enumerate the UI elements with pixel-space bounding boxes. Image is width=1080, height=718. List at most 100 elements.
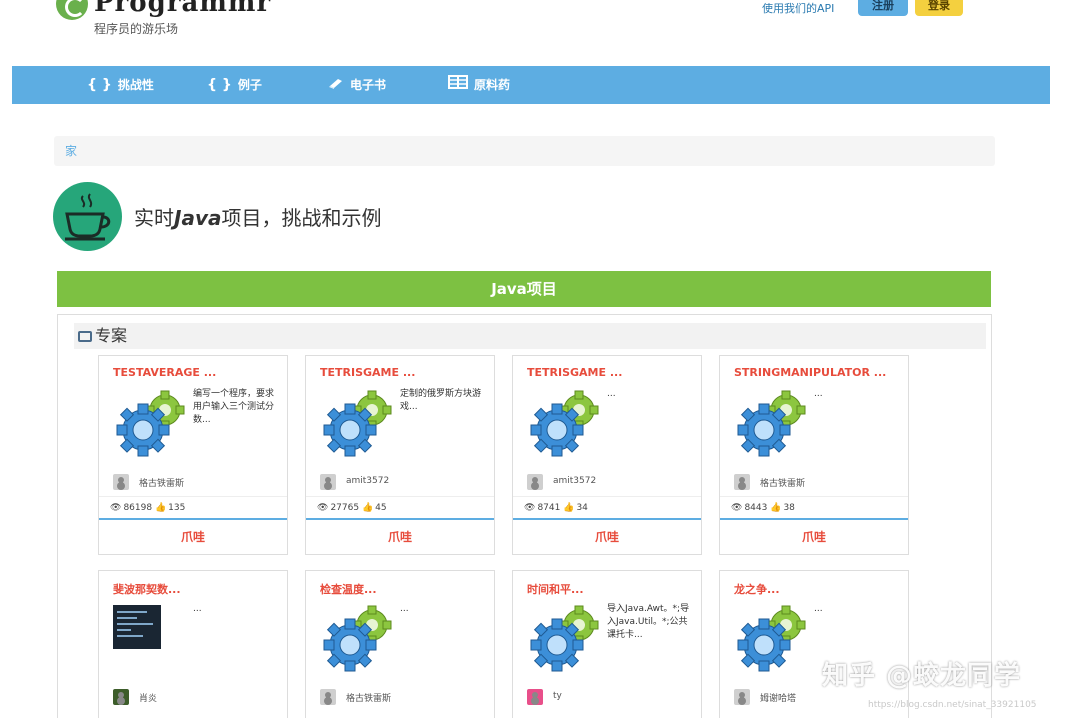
site-header: Programmr 程序员的游乐场 使用我们的API 注册 登录 [0, 0, 1080, 60]
panel-title: 专案 [95, 326, 128, 345]
nav-item-api[interactable]: 原料药 [448, 66, 510, 104]
project-card-author[interactable]: 姆谢哈塔 [760, 691, 796, 704]
eye-icon: 👁 [524, 503, 536, 513]
project-card-title[interactable]: 时间和平... [527, 581, 584, 597]
project-card-author[interactable]: amit3572 [346, 476, 389, 486]
project-card-title[interactable]: 斐波那契数... [113, 581, 181, 597]
breadcrumb-home-link[interactable]: 家 [65, 144, 77, 158]
project-card-author[interactable]: 格古铁雷斯 [760, 476, 805, 489]
eye-icon: 👁 [317, 503, 329, 513]
watermark-url: https://blog.csdn.net/sinat_33921105 [868, 700, 1037, 710]
panel-header: 专案 [74, 323, 986, 349]
book-icon [78, 331, 92, 342]
project-card[interactable]: TESTAVERAGE ... 编写一个程序，要求用户输入三个测试分数... 格古铁… [98, 355, 288, 555]
braces-icon: { } [87, 77, 112, 93]
project-language-button[interactable]: 爪哇 [513, 522, 701, 552]
avatar[interactable] [113, 474, 129, 490]
nav-item-examples[interactable]: { } 例子 [207, 66, 262, 104]
view-count: 8443 [744, 503, 768, 513]
project-card-stats: 👁 8741 👍 34 [513, 496, 701, 520]
avatar[interactable] [527, 474, 543, 490]
project-language-button[interactable]: 爪哇 [306, 522, 494, 552]
project-language-button[interactable]: 爪哇 [99, 522, 287, 552]
gear-icon [530, 605, 599, 672]
programmr-logo-icon[interactable] [56, 0, 88, 20]
page-title-pre: 实时 [134, 206, 174, 230]
project-card-author[interactable]: 肖炎 [139, 691, 157, 704]
project-card-title[interactable]: 检查温度... [320, 581, 377, 597]
project-card-title[interactable]: STRINGMANIPULATOR ... [734, 366, 886, 379]
avatar[interactable] [734, 689, 750, 705]
page-title-post: 项目，挑战和示例 [221, 206, 382, 230]
project-card-title[interactable]: 龙之争... [734, 581, 780, 597]
project-card[interactable]: TETRISGAME ... 定制的俄罗斯方块游戏... amit3572 👁 2776… [305, 355, 495, 555]
watermark: 知乎 @蛟龙同学 [822, 661, 1022, 691]
gear-icon [737, 605, 806, 672]
project-card-stats: 👁 27765 👍 45 [306, 496, 494, 520]
project-card-author[interactable]: ty [553, 691, 562, 701]
thumbs-up-icon: 👍 [154, 503, 167, 513]
book-icon [328, 66, 344, 104]
gear-icon [737, 390, 806, 457]
project-card-title[interactable]: TETRISGAME ... [527, 366, 622, 379]
project-card-stats: 👁 8443 👍 38 [720, 496, 908, 520]
main-nav: { } 挑战性 { } 例子 电子书 原料药 [12, 66, 1050, 104]
api-link[interactable]: 使用我们的API [762, 0, 834, 16]
site-tagline: 程序员的游乐场 [94, 22, 179, 36]
project-card-stats: 👁 86198 👍 135 [99, 496, 287, 520]
thumbs-up-icon: 👍 [361, 503, 374, 513]
project-card[interactable]: 时间和平... 导入Java.Awt。*;导入Java.Util。*;公共课托卡.… [512, 570, 702, 718]
nav-item-ebooks[interactable]: 电子书 [328, 66, 386, 104]
project-card[interactable]: STRINGMANIPULATOR ...... 格古铁雷斯 👁 8443 👍 38 爪哇 [719, 355, 909, 555]
like-count: 45 [375, 503, 387, 513]
view-count: 8741 [537, 503, 561, 513]
avatar[interactable] [113, 689, 129, 705]
login-button[interactable]: 登录 [915, 0, 963, 16]
java-projects-banner: Java项目 [57, 271, 991, 307]
project-card-description: ... [400, 604, 409, 614]
project-card-description: 导入Java.Awt。*;导入Java.Util。*;公共课托卡... [607, 604, 690, 640]
project-language-button[interactable]: 爪哇 [720, 522, 908, 552]
project-card-title[interactable]: TESTAVERAGE ... [113, 366, 216, 379]
project-card[interactable]: 检查温度...... 格古铁雷斯 [305, 570, 495, 718]
page-title-bold: Java [174, 206, 222, 230]
project-card-description: ... [607, 389, 616, 399]
project-card[interactable]: 斐波那契数...... 肖炎 [98, 570, 288, 718]
avatar[interactable] [320, 689, 336, 705]
coffee-cup-icon [53, 182, 122, 251]
avatar[interactable] [734, 474, 750, 490]
nav-item-label: 电子书 [350, 78, 387, 92]
nav-item-label: 例子 [237, 78, 262, 92]
eye-icon: 👁 [731, 503, 743, 513]
like-count: 135 [168, 503, 186, 513]
project-thumbnail [113, 605, 161, 649]
nav-item-challenges[interactable]: { } 挑战性 [87, 66, 154, 104]
project-card-title[interactable]: TETRISGAME ... [320, 366, 415, 379]
nav-item-label: 挑战性 [117, 78, 154, 92]
thumbs-up-icon: 👍 [770, 503, 782, 513]
project-card[interactable]: 龙之争...... 姆谢哈塔 [719, 570, 909, 718]
project-card-description: ... [814, 604, 823, 614]
project-card-author[interactable]: 格古铁雷斯 [346, 691, 391, 704]
like-count: 38 [783, 503, 795, 513]
eye-icon: 👁 [110, 503, 122, 513]
view-count: 27765 [330, 503, 360, 513]
project-card-author[interactable]: 格古铁雷斯 [139, 476, 184, 489]
gear-icon [116, 390, 185, 457]
thumbs-up-icon: 👍 [563, 503, 575, 513]
like-count: 34 [576, 503, 588, 513]
gear-icon [323, 390, 392, 457]
braces-icon: { } [207, 77, 232, 93]
project-card[interactable]: TETRISGAME ...... amit3572 👁 8741 👍 34 爪哇 [512, 355, 702, 555]
avatar[interactable] [320, 474, 336, 490]
project-card-description: 定制的俄罗斯方块游戏... [400, 389, 482, 412]
project-card-author[interactable]: amit3572 [553, 476, 596, 486]
view-count: 86198 [123, 503, 153, 513]
page-title: 实时Java项目，挑战和示例 [134, 202, 381, 231]
site-logo-text[interactable]: Programmr [94, 0, 271, 18]
breadcrumb: 家 [54, 136, 995, 166]
register-button[interactable]: 注册 [858, 0, 908, 16]
avatar[interactable] [527, 689, 543, 705]
project-card-description: 编写一个程序，要求用户输入三个测试分数... [193, 389, 275, 425]
project-card-description: ... [814, 389, 823, 399]
